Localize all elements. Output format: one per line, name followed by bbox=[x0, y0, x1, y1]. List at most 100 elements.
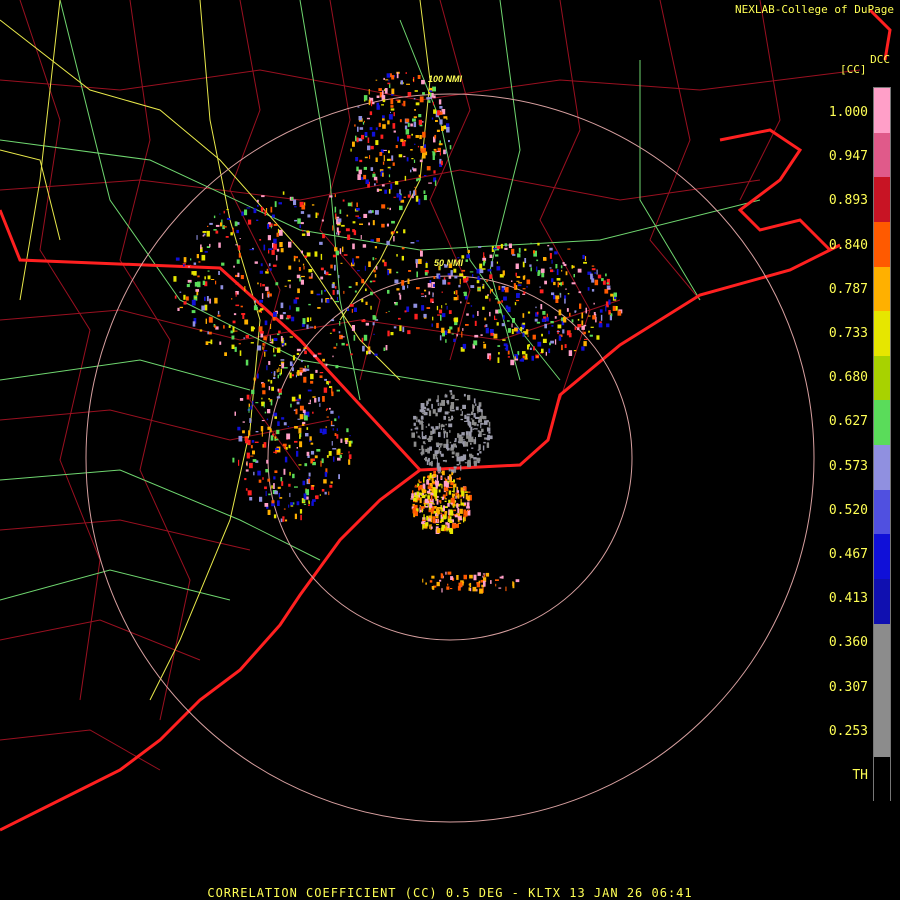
radar-echo-pixel bbox=[448, 468, 451, 472]
radar-echo-pixel bbox=[247, 219, 252, 225]
radar-echo-pixel bbox=[237, 245, 241, 251]
radar-echo-pixel bbox=[568, 350, 573, 356]
radar-echo-pixel bbox=[445, 423, 447, 426]
radar-echo-pixel bbox=[275, 282, 279, 286]
radar-echo-pixel bbox=[220, 285, 224, 290]
radar-echo-pixel bbox=[517, 284, 522, 287]
radar-echo-pixel bbox=[546, 313, 548, 318]
radar-echo-pixel bbox=[430, 512, 432, 518]
radar-echo-pixel bbox=[371, 131, 376, 137]
radar-echo-pixel bbox=[269, 293, 272, 297]
radar-echo-pixel bbox=[194, 282, 198, 287]
color-scale-segment bbox=[874, 489, 890, 535]
radar-echo-pixel bbox=[289, 492, 291, 498]
radar-echo-pixel bbox=[264, 350, 268, 352]
radar-echo-pixel bbox=[507, 356, 510, 358]
radar-echo-pixel bbox=[426, 401, 429, 405]
radar-echo-pixel bbox=[574, 310, 577, 313]
color-scale-segment bbox=[874, 221, 890, 267]
radar-echo-pixel bbox=[507, 320, 510, 322]
radar-echo-pixel bbox=[367, 137, 370, 143]
radar-echo-pixel bbox=[413, 116, 417, 119]
radar-echo-pixel bbox=[433, 471, 436, 474]
radar-echo-pixel bbox=[213, 215, 216, 219]
radar-echo-pixel bbox=[461, 269, 466, 272]
radar-echo-pixel bbox=[303, 503, 307, 505]
radar-echo-pixel bbox=[511, 323, 513, 328]
radar-echo-pixel bbox=[246, 394, 250, 400]
radar-echo-pixel bbox=[447, 583, 449, 586]
radar-echo-pixel bbox=[562, 262, 565, 265]
radar-echo-pixel bbox=[249, 418, 252, 423]
radar-echo-pixel bbox=[578, 291, 582, 294]
radar-echo-pixel bbox=[390, 105, 394, 108]
radar-echo-pixel bbox=[497, 345, 501, 347]
radar-echo-pixel bbox=[418, 486, 421, 491]
radar-echo-pixel bbox=[518, 247, 521, 253]
radar-echo-pixel bbox=[215, 280, 217, 285]
radar-echo-pixel bbox=[470, 442, 472, 445]
radar-echo-pixel bbox=[447, 503, 450, 507]
radar-echo-pixel bbox=[267, 379, 270, 382]
radar-echo-pixel bbox=[537, 242, 540, 246]
radar-echo-pixel bbox=[434, 149, 437, 153]
radar-echo-pixel bbox=[326, 381, 329, 385]
radar-echo-pixel bbox=[560, 293, 562, 298]
radar-echo-pixel bbox=[512, 581, 514, 587]
radar-echo-pixel bbox=[564, 298, 566, 304]
radar-echo-pixel bbox=[429, 472, 432, 479]
radar-echo-pixel bbox=[504, 347, 507, 350]
radar-echo-pixel bbox=[422, 441, 426, 444]
radar-echo-pixel bbox=[365, 288, 367, 292]
radar-echo-pixel bbox=[326, 416, 329, 418]
radar-echo-pixel bbox=[463, 393, 466, 397]
radar-echo-pixel bbox=[489, 355, 491, 361]
radar-echo-pixel bbox=[303, 348, 306, 351]
radar-echo-pixel bbox=[462, 328, 464, 331]
radar-echo-pixel bbox=[372, 257, 375, 261]
radar-echo-pixel bbox=[551, 259, 553, 264]
radar-echo-pixel bbox=[404, 175, 407, 181]
radar-echo-pixel bbox=[416, 431, 418, 434]
radar-echo-pixel bbox=[364, 265, 366, 271]
radar-echo-pixel bbox=[308, 500, 310, 504]
radar-echo-pixel bbox=[444, 487, 449, 492]
radar-echo-pixel bbox=[445, 151, 447, 154]
radar-echo-pixel bbox=[366, 117, 370, 120]
radar-echo-pixel bbox=[311, 273, 313, 278]
radar-echo-pixel bbox=[455, 452, 460, 457]
radar-echo-pixel bbox=[390, 98, 394, 105]
radar-echo-pixel bbox=[502, 315, 505, 320]
radar-echo-pixel bbox=[315, 212, 318, 218]
radar-echo-pixel bbox=[553, 295, 556, 300]
radar-echo-pixel bbox=[291, 367, 294, 372]
radar-echo-pixel bbox=[475, 403, 477, 406]
radar-echo-pixel bbox=[270, 428, 272, 433]
radar-echo-pixel bbox=[296, 401, 300, 405]
radar-echo-pixel bbox=[545, 351, 547, 356]
radar-echo-pixel bbox=[505, 586, 507, 592]
radar-echo-pixel bbox=[524, 258, 527, 263]
radar-echo-pixel bbox=[234, 330, 238, 332]
radar-echo-pixel bbox=[349, 304, 354, 307]
radar-echo-pixel bbox=[249, 497, 253, 501]
radar-echo-pixel bbox=[302, 409, 306, 414]
radar-echo-pixel bbox=[469, 588, 472, 592]
radar-echo-pixel bbox=[571, 265, 574, 269]
radar-echo-pixel bbox=[445, 571, 447, 575]
radar-echo-pixel bbox=[329, 386, 333, 388]
radar-echo-pixel bbox=[309, 436, 312, 441]
radar-echo-pixel bbox=[343, 290, 345, 294]
radar-echo-pixel bbox=[442, 496, 444, 500]
radar-echo-pixel bbox=[440, 518, 444, 522]
radar-echo-pixel bbox=[298, 464, 302, 466]
radar-echo-pixel bbox=[253, 377, 256, 381]
radar-echo-pixel bbox=[321, 458, 324, 464]
radar-echo-pixel bbox=[405, 72, 407, 74]
radar-echo-pixel bbox=[428, 457, 430, 462]
radar-echo-pixel bbox=[460, 502, 465, 506]
radar-echo-pixel bbox=[429, 280, 432, 284]
radar-echo-pixel bbox=[197, 275, 200, 278]
radar-echo-pixel bbox=[254, 261, 258, 264]
radar-echo-pixel bbox=[419, 159, 423, 163]
